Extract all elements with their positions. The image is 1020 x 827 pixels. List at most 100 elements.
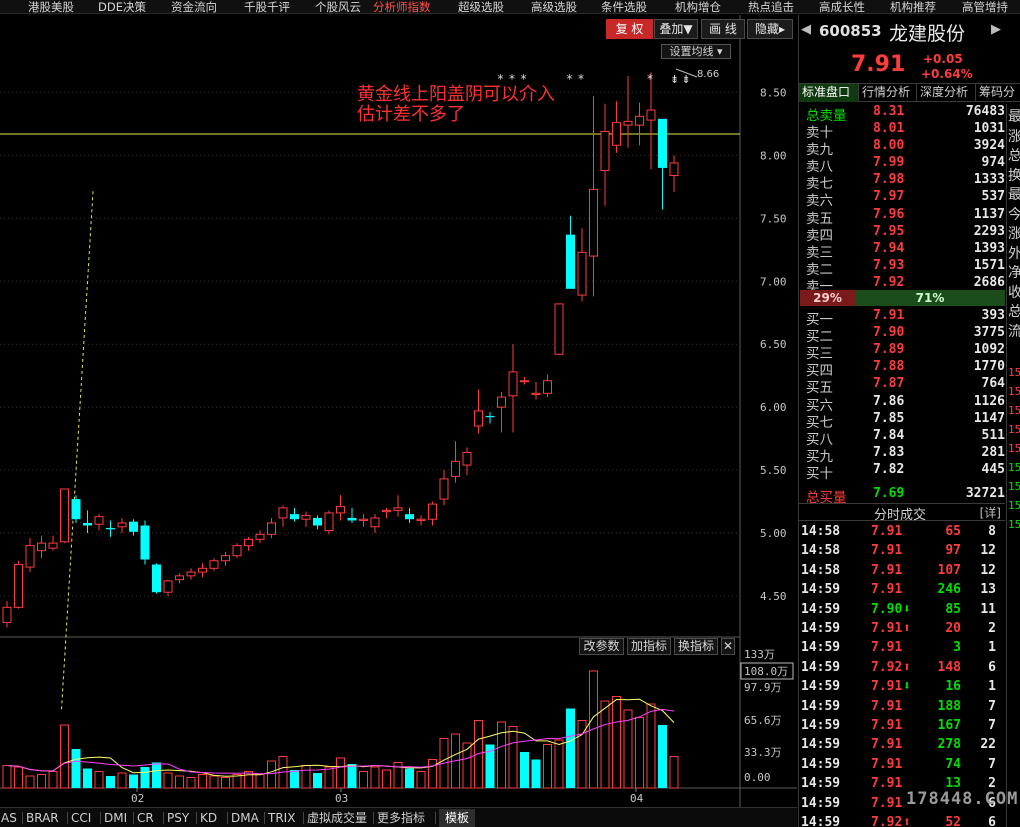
fuquan-button[interactable]: 复 权 [606,19,653,39]
draw-line-button[interactable]: 画 线 [701,19,745,39]
tick-row: 14:59 7.91 ⬇ 16 1 [799,679,1005,698]
candle-body [232,545,242,557]
kline-chart-svg[interactable]: 8.508.007.507.006.506.005.505.004.50* * * *… [0,15,797,807]
menu-item[interactable]: 机构增仓 [675,0,721,15]
hide-button[interactable]: 隐藏▸ [747,19,793,39]
order-book-row: 买十 7.82 445 [799,461,1005,482]
row-price: 7.92 [873,274,905,290]
indicator-tab[interactable]: DMA [231,809,259,827]
menu-item[interactable]: 分析师指数 [373,0,431,15]
menu-item[interactable]: 千股千评 [244,0,290,15]
candle-body [255,533,265,540]
menu-item[interactable]: 高成长性 [819,0,865,15]
volume-bar [186,777,196,789]
side-glyph: 总 [1008,145,1020,165]
tick-count: 11 [980,601,996,617]
indicator-tab[interactable]: PSY [167,809,189,827]
menu-item[interactable]: 热点追击 [748,0,794,15]
price-axis-label: 6.50 [760,338,787,351]
tick-price: 7.91 [871,524,903,539]
indicator-tab[interactable]: AS [1,809,17,827]
row-volume: 1333 [973,172,1005,188]
kline-chart-area[interactable]: 8.50 8.00 7.50 7.00 6.50 6.00 5.50 5.00 4.50 * * * *… [0,15,797,807]
candle-body [198,567,207,573]
candle-body [554,303,564,355]
side-glyph: 收 [1008,282,1020,302]
indicator-tab[interactable]: 更多指标 [377,809,425,827]
tab-separator [303,812,304,824]
tick-volume: 188 [937,698,961,714]
add-indicator-button[interactable]: 加指标 [627,638,671,655]
order-book-row: 买一 7.91 393 [799,308,1005,328]
menu-item[interactable]: 个股风云 [315,0,361,15]
candle-body [14,564,23,608]
menu-item[interactable]: 超级选股 [458,0,504,15]
right-tab[interactable]: 深度分析 [917,84,976,102]
prev-stock-icon[interactable]: ◀ [801,22,811,37]
volume-bar [543,744,552,789]
volume-bar [2,765,12,789]
row-volume: 537 [981,189,1005,205]
row-price: 7.82 [873,461,905,477]
tick-row: 14:58 7.91 107 12 [799,563,1005,582]
watermark: 178448.COM [906,789,1019,809]
indicator-tab[interactable]: TRIX [268,809,295,827]
tick-price: 7.92 [871,659,903,675]
right-tab[interactable]: 行情分析 [859,84,917,102]
menu-item[interactable]: 机构推荐 [890,0,936,15]
ticks-detail-link[interactable]: [详] [980,504,1001,521]
candle-body [163,580,173,593]
indicator-tab[interactable]: KD [200,809,217,827]
tab-separator [264,812,265,824]
tick-volume: 278 [937,737,961,753]
menu-item[interactable]: 高管增持 [962,0,1008,15]
tick-time: 14:59 [801,698,841,714]
edit-params-button[interactable]: 改参数 [579,638,624,655]
down-arrow-icon: ⬇ [903,679,911,695]
volume-bar [600,700,610,789]
order-book-row: 卖十 8.01 1031 [799,121,1005,141]
menu-item[interactable]: 港股美股 [28,0,74,15]
row-price: 7.90 [873,325,905,341]
row-price: 7.99 [873,155,905,171]
side-glyph: 最 [1008,184,1020,204]
candle-body [129,521,138,532]
indicator-tab[interactable]: CCI [71,809,91,827]
indicator-tab[interactable]: BRAR [26,809,59,827]
side-glyph: 净 [1008,262,1020,282]
volume-axis-label: 133万 [744,648,775,661]
menu-item[interactable]: 条件选股 [601,0,647,15]
menu-item[interactable]: DDE决策 [98,0,146,15]
indicator-tab[interactable]: 虚拟成交量 [307,809,367,827]
tick-volume: 246 [937,582,961,598]
overlay-button[interactable]: 叠加▼ [654,19,698,39]
tick-price: 7.91 [871,679,903,695]
candle-body [508,371,518,397]
next-stock-icon[interactable]: ▶ [991,22,1001,37]
volume-bar [497,721,506,789]
set-ma-dropdown[interactable]: 设置均线 ▾ [661,44,731,59]
row-volume: 1031 [973,121,1005,136]
menu-item[interactable]: 高级选股 [531,0,577,15]
indicator-tabs: AS BRAR CCI DMI CR PSY KD DMA TRIX 虚拟成交量 更多指标 模板 [0,807,797,827]
side-glyph: 外 [1008,243,1020,263]
menu-item[interactable]: 资金流向 [171,0,217,15]
right-tab[interactable]: 标准盘口 [799,84,859,102]
indicator-tab[interactable]: 模板 [439,809,476,827]
side-number: 15 [1008,423,1020,436]
tick-time: 14:58 [801,562,841,578]
right-tab[interactable]: 筹码分 [976,84,1020,102]
tick-time: 14:59 [801,815,841,827]
indicator-tab[interactable]: DMI [104,809,127,827]
candle-body [405,514,414,520]
volume-bar [71,749,81,788]
volume-bar [209,775,219,789]
switch-indicator-button[interactable]: 换指标 [674,638,718,655]
volume-bar [635,717,644,789]
volume-bar [370,766,380,789]
candle-body [439,478,449,500]
candle-body [646,109,656,121]
side-number: 15 [1008,518,1020,531]
indicator-tab[interactable]: CR [137,809,154,827]
close-indicator-button[interactable]: ✕ [721,638,735,655]
